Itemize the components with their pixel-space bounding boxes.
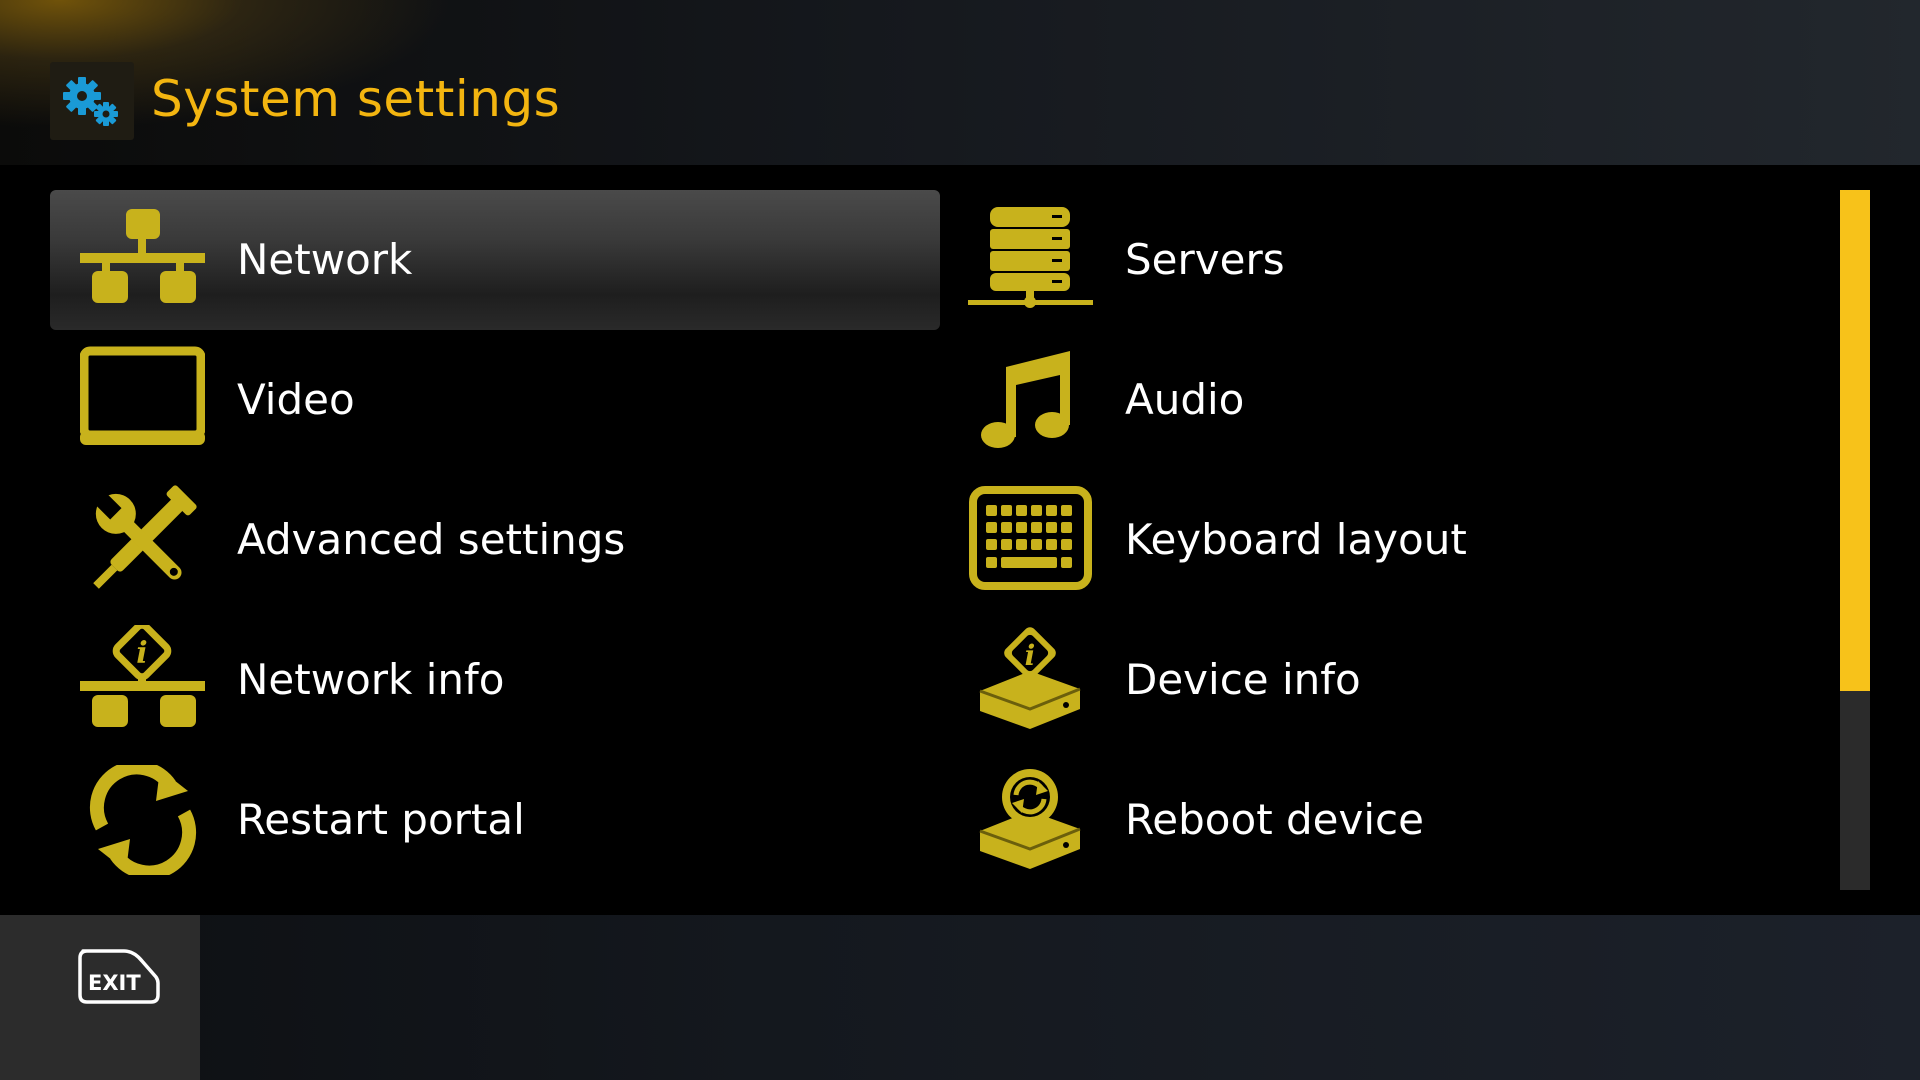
menu-item-label: Audio xyxy=(1125,375,1245,424)
menu-item-label: Servers xyxy=(1125,235,1285,284)
menu-item-label: Advanced settings xyxy=(237,515,626,564)
menu-item-label: Reboot device xyxy=(1125,795,1424,844)
menu-item-video[interactable]: Video xyxy=(50,330,940,470)
svg-text:i: i xyxy=(136,636,147,671)
menu-item-advanced-settings[interactable]: Advanced settings xyxy=(50,470,940,610)
keyboard-icon xyxy=(968,485,1093,595)
exit-button[interactable]: EXIT xyxy=(0,915,200,1080)
menu-item-restart-portal[interactable]: Restart portal xyxy=(50,750,940,890)
tv-icon xyxy=(79,345,206,455)
scrollbar-thumb[interactable] xyxy=(1840,190,1870,691)
device-info-icon: i xyxy=(968,625,1093,735)
footer-bar: EXIT xyxy=(0,915,1920,1080)
page-title: System settings xyxy=(151,70,561,128)
menu-item-servers[interactable]: Servers xyxy=(938,190,1828,330)
restart-icon xyxy=(80,760,205,880)
menu-item-network[interactable]: Network xyxy=(50,190,940,330)
exit-label: EXIT xyxy=(88,971,141,995)
menu-item-label: Video xyxy=(237,375,355,424)
header-bar: System settings xyxy=(0,0,1920,165)
menu-item-label: Device info xyxy=(1125,655,1361,704)
reboot-device-icon xyxy=(968,765,1093,875)
scrollbar[interactable] xyxy=(1840,190,1870,890)
menu-item-label: Network info xyxy=(237,655,505,704)
network-info-icon: i xyxy=(80,621,205,735)
servers-icon xyxy=(968,205,1093,315)
menu-item-network-info[interactable]: i Network info xyxy=(50,610,940,750)
tools-icon xyxy=(80,485,205,595)
gears-icon xyxy=(50,62,134,140)
menu-item-label: Restart portal xyxy=(237,795,525,844)
music-note-icon xyxy=(968,345,1093,455)
menu-item-reboot-device[interactable]: Reboot device xyxy=(938,750,1828,890)
menu-item-label: Network xyxy=(237,235,413,284)
menu-item-audio[interactable]: Audio xyxy=(938,330,1828,470)
menu-item-keyboard-layout[interactable]: Keyboard layout xyxy=(938,470,1828,610)
network-icon xyxy=(80,205,205,315)
settings-menu: Network Servers Video Audio Advanced set… xyxy=(0,165,1920,915)
menu-item-device-info[interactable]: i Device info xyxy=(938,610,1828,750)
system-settings-screen: System settings Network Servers Video Au… xyxy=(0,0,1920,1080)
menu-item-label: Keyboard layout xyxy=(1125,515,1467,564)
svg-text:i: i xyxy=(1025,639,1036,672)
